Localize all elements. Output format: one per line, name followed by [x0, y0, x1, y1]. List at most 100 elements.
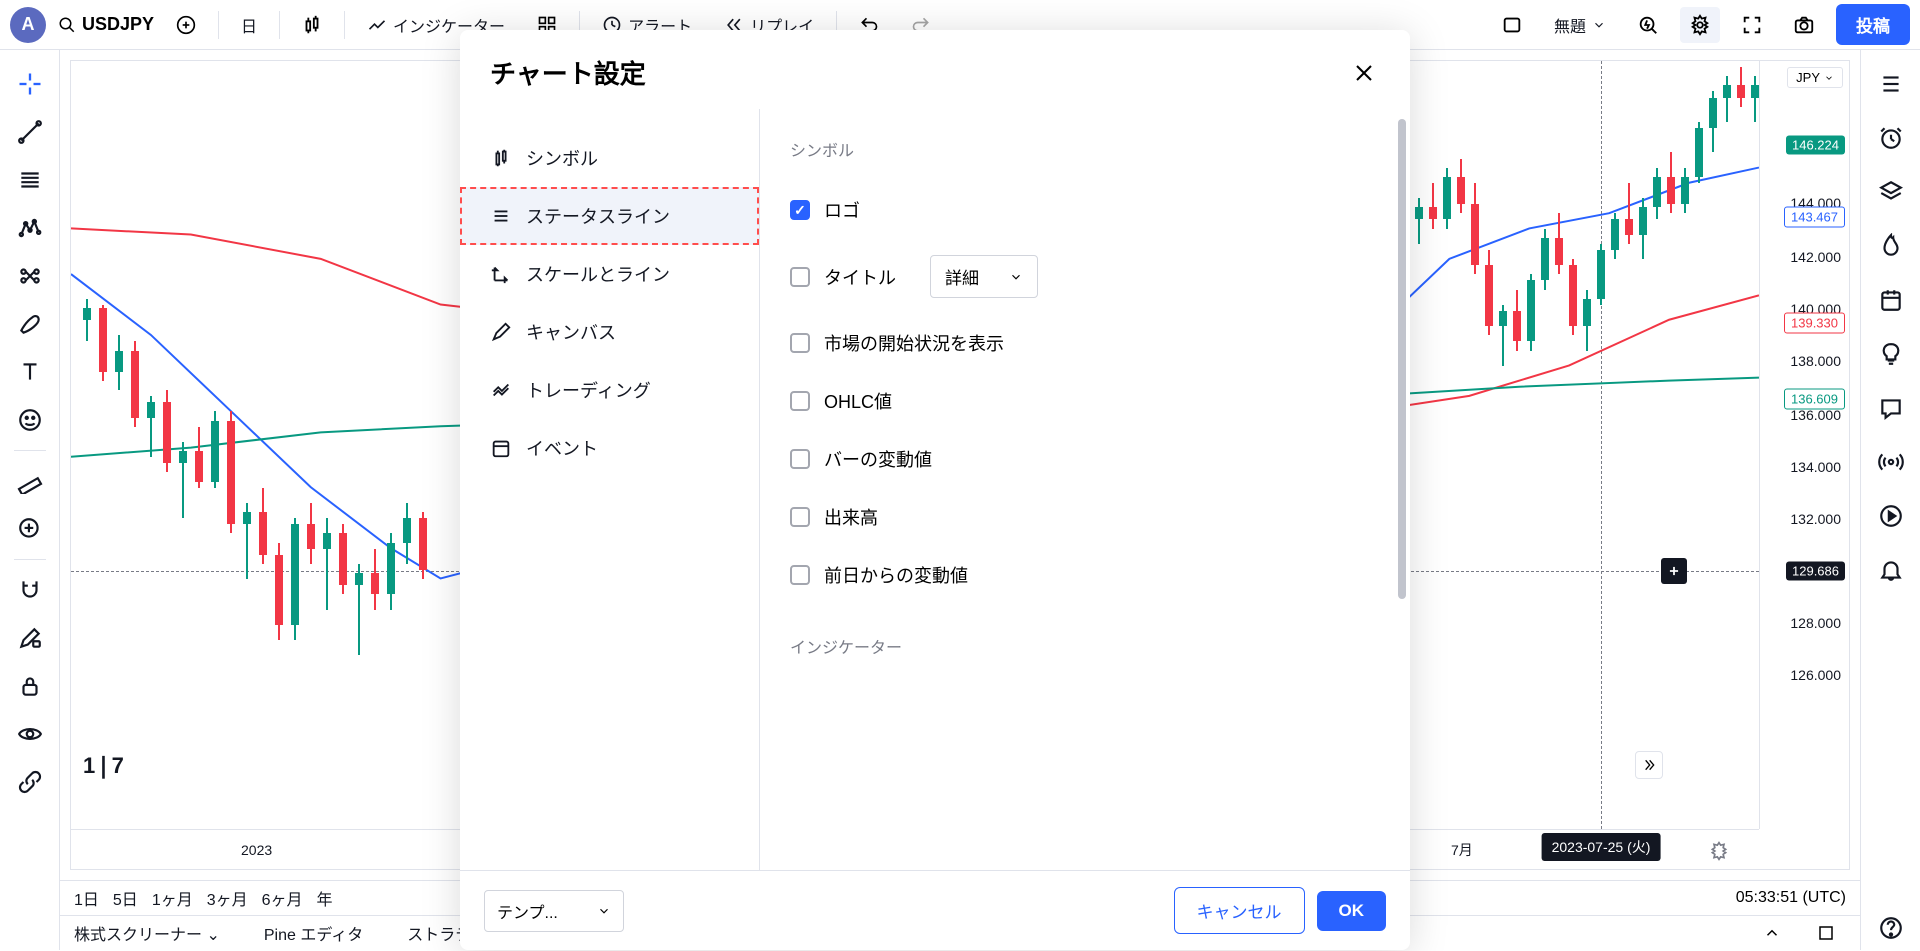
ok-button[interactable]: OK — [1317, 891, 1387, 931]
gear-icon — [1709, 841, 1729, 861]
settings-tab-axes[interactable]: スケールとライン — [460, 245, 759, 303]
pencil-lock-icon — [17, 625, 43, 651]
option-select[interactable]: 詳細 — [930, 255, 1038, 298]
option-label: 出来高 — [824, 504, 878, 530]
pattern-tool[interactable] — [8, 206, 52, 250]
text-tool[interactable] — [8, 350, 52, 394]
chevron-down-icon — [597, 904, 611, 918]
price-badge: 136.609 — [1784, 389, 1845, 410]
layout-name-button[interactable]: 無題 — [1544, 7, 1616, 43]
modal-title: チャート設定 — [490, 54, 1348, 91]
fib-tool[interactable] — [8, 158, 52, 202]
option-checkbox[interactable] — [790, 449, 810, 469]
scrollbar[interactable] — [1398, 119, 1406, 599]
range-button[interactable]: 1日 — [74, 886, 99, 910]
cancel-button[interactable]: キャンセル — [1174, 887, 1305, 934]
settings-tab-lines[interactable]: ステータスライン — [460, 187, 759, 245]
maximize-button[interactable] — [1806, 915, 1846, 951]
option-checkbox[interactable] — [790, 507, 810, 527]
alerts-panel-button[interactable] — [1869, 116, 1913, 160]
notifications-button[interactable] — [1869, 548, 1913, 592]
option-checkbox[interactable] — [790, 267, 810, 287]
zoom-tool[interactable] — [8, 507, 52, 551]
bell-icon — [1878, 557, 1904, 583]
range-button[interactable]: 年 — [317, 886, 333, 910]
hot-button[interactable] — [1869, 224, 1913, 268]
crosshair-date-badge: 2023-07-25 (火) — [1542, 833, 1661, 861]
price-axis[interactable]: JPY 144.000142.000140.000138.000136.0001… — [1759, 61, 1849, 829]
play-icon — [1878, 503, 1904, 529]
magnet-tool[interactable] — [8, 568, 52, 612]
chart-style-button[interactable] — [292, 7, 332, 43]
right-toolbar — [1860, 50, 1920, 950]
link-tool[interactable] — [8, 760, 52, 804]
panel-tab[interactable]: 株式スクリーナー ⌄ — [74, 921, 220, 945]
watchlist-icon — [1878, 71, 1904, 97]
watchlist-button[interactable] — [1869, 62, 1913, 106]
brush-tool[interactable] — [8, 302, 52, 346]
link-icon — [17, 769, 43, 795]
hide-tool[interactable] — [8, 664, 52, 708]
ideas-button[interactable] — [1869, 332, 1913, 376]
prediction-icon — [17, 263, 43, 289]
settings-tab-calendar[interactable]: イベント — [460, 419, 759, 477]
bolt-search-icon — [1637, 14, 1659, 36]
stream-button[interactable] — [1869, 440, 1913, 484]
help-button[interactable] — [1869, 906, 1913, 950]
option-checkbox[interactable] — [790, 333, 810, 353]
calendar-button[interactable] — [1869, 278, 1913, 322]
option-row: 市場の開始状況を表示 — [790, 314, 1380, 372]
settings-tab-pencil[interactable]: キャンバス — [460, 303, 759, 361]
zoom-in-icon — [17, 516, 43, 542]
symbol-search[interactable]: USDJPY — [58, 14, 154, 35]
range-button[interactable]: 1ヶ月 — [152, 886, 193, 910]
ruler-tool[interactable] — [8, 459, 52, 503]
range-button[interactable]: 3ヶ月 — [207, 886, 248, 910]
option-row: タイトル詳細 — [790, 239, 1380, 314]
range-button[interactable]: 6ヶ月 — [262, 886, 303, 910]
crosshair-tool[interactable] — [8, 62, 52, 106]
magnet-icon — [17, 577, 43, 603]
emoji-tool[interactable] — [8, 398, 52, 442]
snapshot-button[interactable] — [1784, 7, 1824, 43]
eye-icon — [17, 721, 43, 747]
camera-icon — [1793, 14, 1815, 36]
clock-icon — [1878, 125, 1904, 151]
template-dropdown[interactable]: テンプ... — [484, 890, 624, 932]
calendar-icon — [490, 437, 512, 459]
settings-button[interactable] — [1680, 7, 1720, 43]
user-avatar[interactable]: A — [10, 7, 46, 43]
axis-settings[interactable] — [1709, 841, 1729, 861]
settings-tab-trade[interactable]: トレーディング — [460, 361, 759, 419]
layout-button[interactable] — [1492, 7, 1532, 43]
option-checkbox[interactable] — [790, 391, 810, 411]
option-checkbox[interactable] — [790, 565, 810, 585]
crosshair-vertical — [1601, 61, 1602, 829]
range-button[interactable]: 5日 — [113, 886, 138, 910]
publish-button[interactable]: 投稿 — [1836, 4, 1910, 45]
time-tick: 7月 — [1451, 840, 1473, 860]
prediction-tool[interactable] — [8, 254, 52, 298]
play-button[interactable] — [1869, 494, 1913, 538]
price-tick: 128.000 — [1790, 615, 1841, 631]
eye-tool[interactable] — [8, 712, 52, 756]
scroll-to-latest-button[interactable] — [1635, 751, 1663, 779]
modal-close-button[interactable] — [1348, 57, 1380, 89]
option-label: 市場の開始状況を表示 — [824, 330, 1004, 356]
add-symbol-button[interactable] — [166, 7, 206, 43]
lock-tool[interactable] — [8, 616, 52, 660]
candles-icon — [490, 147, 512, 169]
quick-search-button[interactable] — [1628, 7, 1668, 43]
chevron-up-button[interactable] — [1752, 915, 1792, 951]
option-row: 出来高 — [790, 488, 1380, 546]
crosshair-add-button[interactable] — [1661, 558, 1687, 584]
option-checkbox[interactable] — [790, 200, 810, 220]
currency-selector[interactable]: JPY — [1787, 67, 1843, 88]
fullscreen-button[interactable] — [1732, 7, 1772, 43]
chat-button[interactable] — [1869, 386, 1913, 430]
interval-button[interactable]: 日 — [231, 7, 267, 43]
panel-tab[interactable]: Pine エディタ — [264, 921, 363, 945]
trendline-tool[interactable] — [8, 110, 52, 154]
hotlists-button[interactable] — [1869, 170, 1913, 214]
settings-tab-candles[interactable]: シンボル — [460, 129, 759, 187]
